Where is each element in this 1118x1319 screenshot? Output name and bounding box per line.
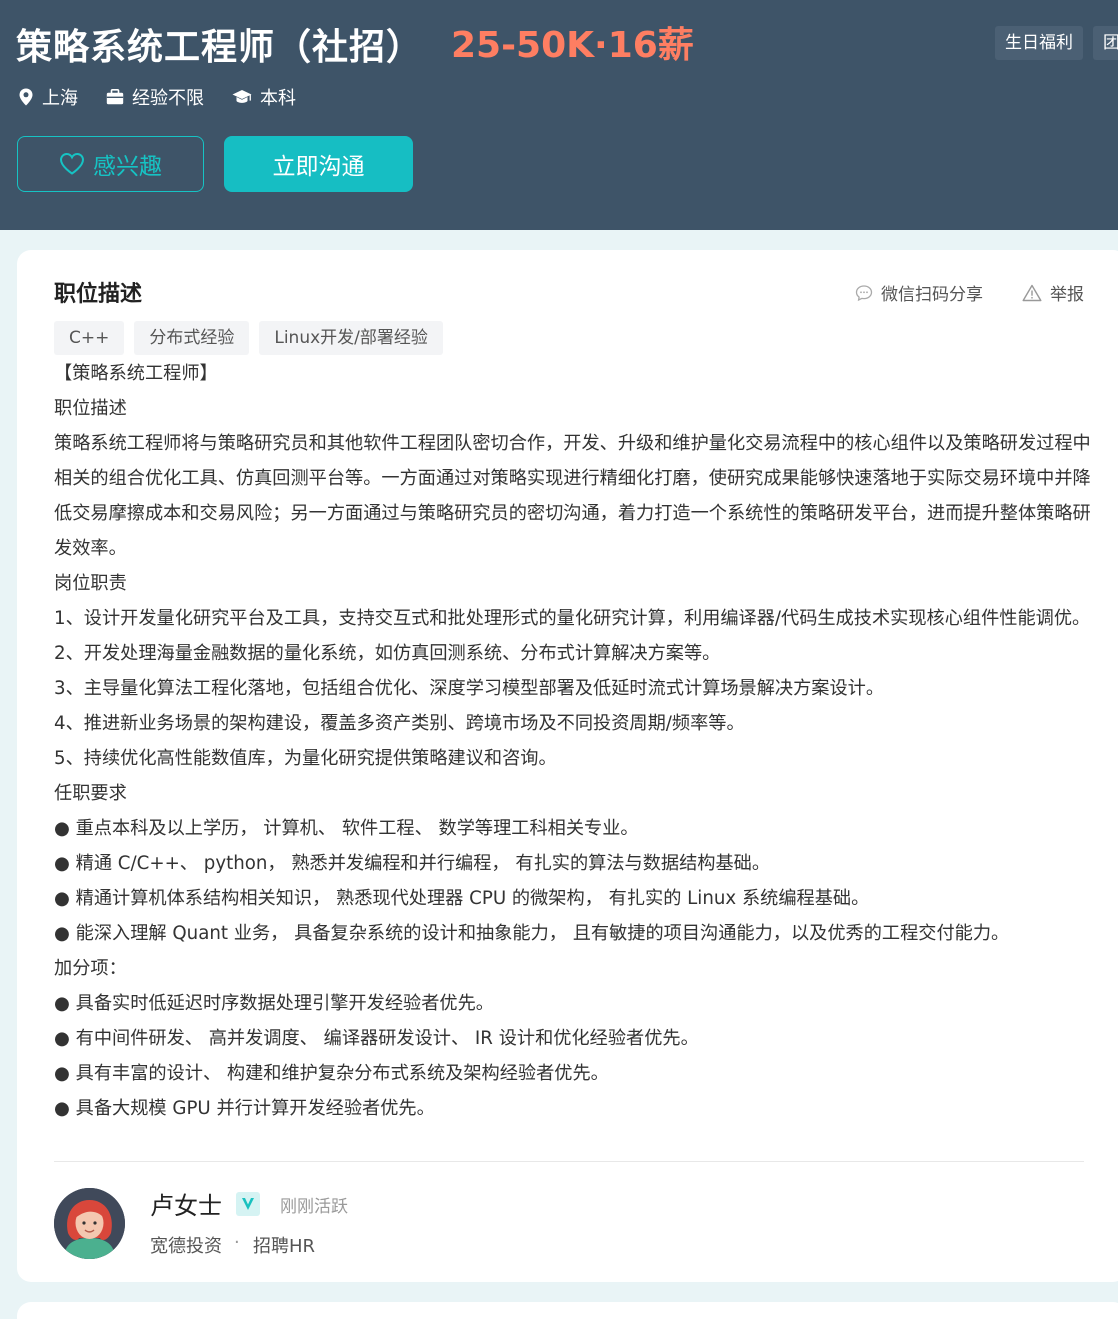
- interest-button[interactable]: 感兴趣: [17, 136, 204, 192]
- next-section-card: [17, 1302, 1118, 1319]
- desc-line: 职位描述: [54, 398, 127, 419]
- degree-text: 本科: [260, 88, 296, 109]
- desc-line: ● 精通 C/C++、 python， 熟悉并发编程和并行编程， 有扎实的算法与…: [54, 853, 771, 874]
- desc-line: 加分项：: [54, 958, 127, 979]
- desc-line: ● 具有丰富的设计、 构建和维护复杂分布式系统及架构经验者优先。: [54, 1063, 609, 1084]
- verified-check-icon: [242, 1198, 254, 1210]
- section-title: 职位描述: [54, 282, 143, 307]
- desc-line: ● 有中间件研发、 高并发调度、 编译器研发设计、 IR 设计和优化经验者优先。: [54, 1028, 699, 1049]
- graduation-cap-icon: [232, 90, 252, 103]
- skill-tag: Linux开发/部署经验: [259, 321, 443, 355]
- job-title: 策略系统工程师（社招）: [16, 27, 424, 68]
- share-label: 微信扫码分享: [881, 285, 983, 305]
- job-meta: 上海 经验不限 本科: [18, 84, 296, 110]
- desc-line: ● 重点本科及以上学历， 计算机、 软件工程、 数学等理工科相关专业。: [54, 818, 639, 839]
- job-header: 策略系统工程师（社招） 25-50K·16薪 生日福利 团 上海 经验不限 本科…: [0, 0, 1118, 230]
- interest-label: 感兴趣: [93, 154, 162, 180]
- meta-degree: 本科: [232, 84, 296, 110]
- report-link[interactable]: 举报: [1022, 280, 1084, 305]
- recruiter-role: 招聘HR: [253, 1236, 316, 1257]
- recruiter-separator: ·: [234, 1232, 240, 1253]
- desc-line: 岗位职责: [54, 573, 127, 594]
- verified-badge-icon: [236, 1192, 260, 1216]
- chat-button[interactable]: 立即沟通: [224, 136, 413, 192]
- chat-bubble-icon: [855, 284, 873, 301]
- briefcase-icon: [106, 89, 124, 105]
- desc-line: ● 精通计算机体系结构相关知识， 熟悉现代处理器 CPU 的微架构， 有扎实的 …: [54, 888, 870, 909]
- desc-line: 【策略系统工程师】: [54, 363, 218, 384]
- recruiter-avatar-illustration: [54, 1188, 125, 1259]
- salary: 25-50K·16薪: [451, 25, 694, 66]
- skill-tag: C++: [54, 321, 125, 355]
- welfare-tag: 团: [1093, 26, 1118, 60]
- report-label: 举报: [1050, 285, 1084, 305]
- job-detail-card: 职位描述 微信扫码分享 举报 C++ 分布式经验 Linux开发/部署经验 【策…: [17, 250, 1118, 1282]
- recruiter-company: 宽德投资: [150, 1236, 222, 1257]
- desc-line: 1、设计开发量化研究平台及工具，支持交互式和批处理形式的量化研究计算，利用编译器…: [54, 608, 1091, 629]
- recruiter-status: 刚刚活跃: [280, 1197, 348, 1217]
- experience-text: 经验不限: [132, 88, 204, 109]
- recruiter-name: 卢女士: [150, 1192, 222, 1220]
- location-pin-icon: [19, 88, 33, 106]
- desc-line: ● 具备大规模 GPU 并行计算开发经验者优先。: [54, 1098, 435, 1119]
- desc-line: 2、开发处理海量金融数据的量化系统，如仿真回测系统、分布式计算解决方案等。: [54, 643, 721, 664]
- recruiter-avatar[interactable]: [54, 1188, 125, 1259]
- desc-line: 策略系统工程师将与策略研究员和其他软件工程团队密切合作，开发、升级和维护量化交易…: [54, 433, 1091, 559]
- warning-icon: [1022, 284, 1042, 301]
- desc-line: 任职要求: [54, 783, 127, 804]
- desc-line: 3、主导量化算法工程化落地，包括组合优化、深度学习模型部署及低延时流式计算场景解…: [54, 678, 885, 699]
- skill-tags: C++ 分布式经验 Linux开发/部署经验: [54, 321, 443, 355]
- wechat-share-link[interactable]: 微信扫码分享: [855, 280, 983, 305]
- desc-line: ● 具备实时低延迟时序数据处理引擎开发经验者优先。: [54, 993, 494, 1014]
- meta-experience: 经验不限: [106, 84, 204, 110]
- meta-location: 上海: [18, 84, 78, 110]
- desc-line: 5、持续优化高性能数值库，为量化研究提供策略建议和咨询。: [54, 748, 557, 769]
- welfare-tags: 生日福利 团: [995, 26, 1118, 60]
- job-description: 【策略系统工程师】 职位描述 策略系统工程师将与策略研究员和其他软件工程团队密切…: [54, 356, 1094, 1126]
- skill-tag: 分布式经验: [134, 321, 250, 355]
- desc-line: ● 能深入理解 Quant 业务， 具备复杂系统的设计和抽象能力， 且有敏捷的项…: [54, 923, 1010, 944]
- welfare-tag: 生日福利: [995, 26, 1083, 60]
- heart-icon: [59, 152, 85, 175]
- desc-line: 4、推进新业务场景的架构建设，覆盖多资产类别、跨境市场及不同投资周期/频率等。: [54, 713, 745, 734]
- location-text: 上海: [42, 88, 78, 109]
- divider: [54, 1161, 1084, 1162]
